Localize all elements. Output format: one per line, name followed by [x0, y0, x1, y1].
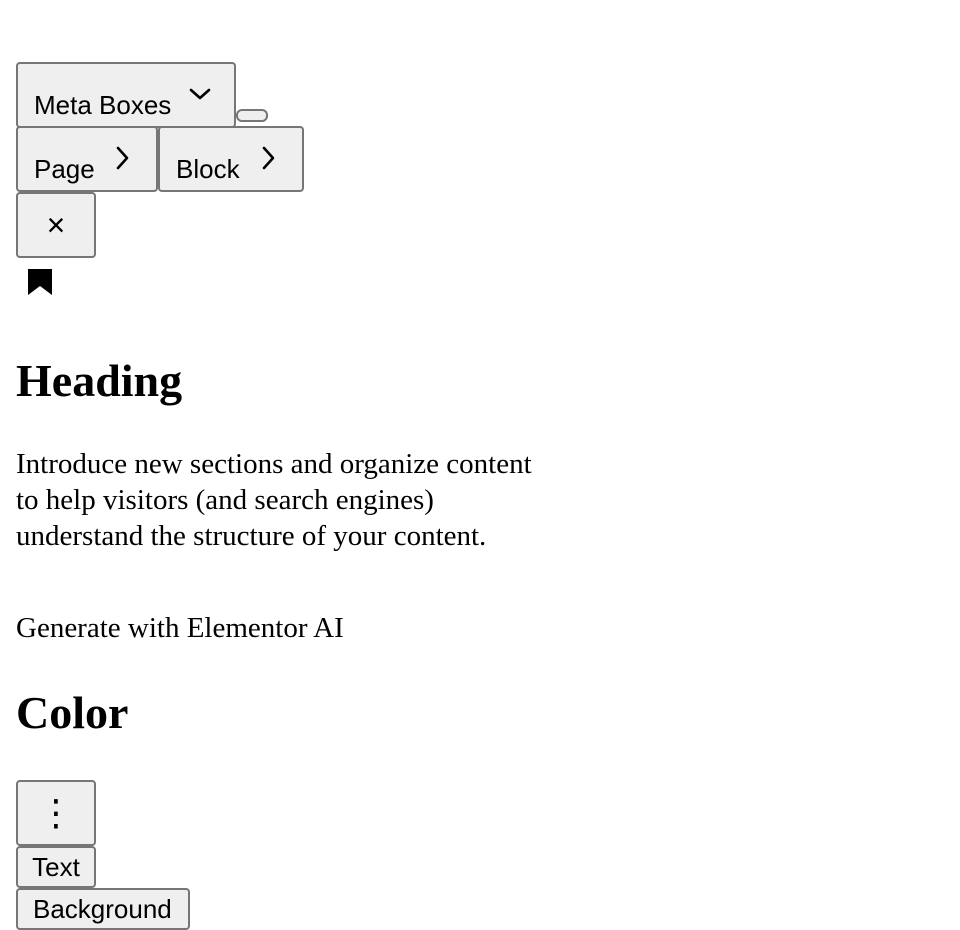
color-tab-background-label: Background — [33, 894, 172, 924]
close-button[interactable]: × — [16, 192, 96, 258]
chevron-right-icon — [260, 145, 278, 171]
color-tab-text-label: Text — [32, 852, 80, 882]
page-breadcrumb-button[interactable]: Page — [16, 126, 158, 192]
close-icon: × — [46, 207, 66, 243]
bookmark-icon — [28, 269, 52, 300]
collapsed-toggle-button[interactable] — [236, 109, 268, 122]
color-tab-text[interactable]: Text — [16, 846, 96, 888]
block-title: Heading — [16, 355, 183, 406]
chevron-right-icon — [114, 145, 132, 171]
chevron-down-icon — [188, 86, 212, 104]
meta-boxes-label: Meta Boxes — [34, 90, 172, 120]
block-breadcrumb-button[interactable]: Block — [158, 126, 304, 192]
color-options-button[interactable]: ⋮ — [16, 780, 96, 846]
color-panel-title: Color — [16, 687, 129, 738]
generate-with-ai-link[interactable]: Generate with Elementor AI — [16, 610, 344, 646]
color-tab-background[interactable]: Background — [16, 888, 190, 930]
page-label: Page — [34, 154, 95, 184]
block-label: Block — [176, 154, 240, 184]
more-vertical-icon: ⋮ — [38, 792, 74, 833]
block-description: Introduce new sections and organize cont… — [16, 448, 532, 552]
meta-boxes-button[interactable]: Meta Boxes — [16, 62, 236, 128]
